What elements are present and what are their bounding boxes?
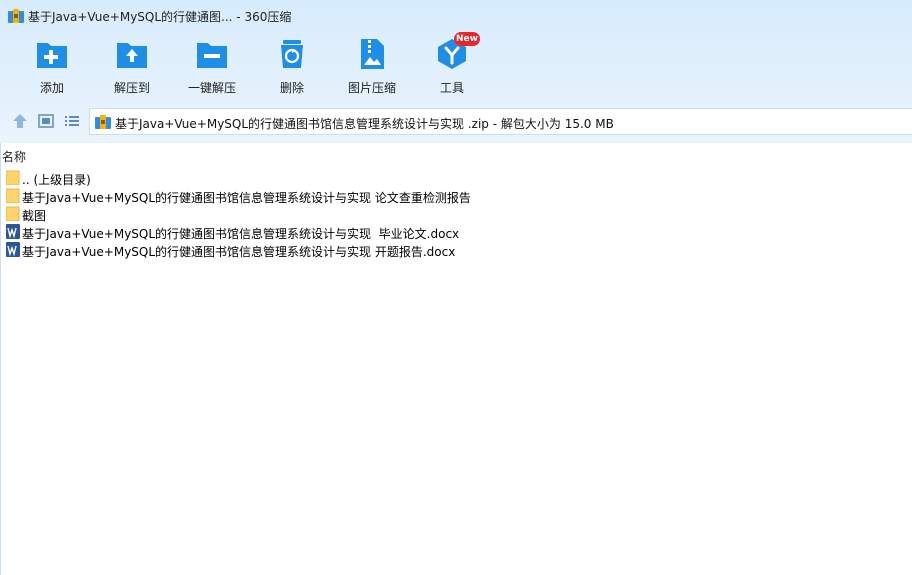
extract-to-icon (117, 43, 147, 68)
image-compress-button[interactable]: 图片压缩 (332, 38, 412, 98)
list-item[interactable]: 基于Java+Vue+MySQL的行健通图书馆信息管理系统设计与实现 毕业论文.… (6, 223, 706, 241)
delete-label: 删除 (279, 81, 304, 95)
word-document-icon (6, 224, 20, 239)
one-click-extract-icon (197, 43, 227, 68)
file-name: 基于Java+Vue+MySQL的行健通图书馆信息管理系统设计与实现 开题报告.… (22, 245, 456, 259)
folder-icon (6, 170, 20, 185)
image-compress-label: 图片压缩 (347, 81, 396, 95)
recycle-bin-icon (281, 40, 303, 68)
zip-archive-icon (95, 115, 111, 129)
tools-button[interactable]: 工具 (412, 38, 492, 98)
list-view-icon[interactable] (64, 113, 80, 129)
file-name: 基于Java+Vue+MySQL的行健通图书馆信息管理系统设计与实现 毕业论文.… (22, 227, 460, 241)
new-badge: New (454, 32, 480, 46)
list-item[interactable]: 基于Java+Vue+MySQL的行健通图书馆信息管理系统设计与实现 开题报告.… (6, 241, 706, 259)
file-name: .. (上级目录) (22, 173, 91, 187)
one-click-extract-button[interactable]: 一键解压 (172, 38, 252, 98)
word-document-icon (6, 242, 20, 257)
app-icon (8, 9, 24, 23)
add-icon (37, 43, 67, 68)
extract-to-button[interactable]: 解压到 (92, 38, 172, 98)
file-name: 基于Java+Vue+MySQL的行健通图书馆信息管理系统设计与实现 论文查重检… (22, 191, 471, 205)
file-name: 截图 (22, 209, 47, 223)
column-header-name[interactable]: 名称 (2, 148, 26, 165)
top-panel: 基于Java+Vue+MySQL的行健通图... - 360压缩 添加 解压到 … (0, 0, 912, 143)
title-bar[interactable]: 基于Java+Vue+MySQL的行健通图... - 360压缩 (0, 0, 912, 34)
list-item[interactable]: .. (上级目录) (6, 169, 706, 187)
delete-button[interactable]: 删除 (252, 38, 332, 98)
file-list: 名称 .. (上级目录) 基于Java+Vue+MySQL的行健通图书馆信息管理… (0, 143, 912, 575)
folder-icon (6, 206, 20, 221)
list-item[interactable]: 基于Java+Vue+MySQL的行健通图书馆信息管理系统设计与实现 论文查重检… (6, 187, 706, 205)
thumbnail-view-icon[interactable] (38, 113, 54, 129)
up-arrow-icon[interactable] (12, 113, 28, 129)
window-title: 基于Java+Vue+MySQL的行健通图... - 360压缩 (28, 10, 292, 24)
address-bar[interactable]: 基于Java+Vue+MySQL的行健通图书馆信息管理系统设计与实现 .zip … (89, 108, 912, 135)
add-button[interactable]: 添加 (12, 38, 92, 98)
address-text: 基于Java+Vue+MySQL的行健通图书馆信息管理系统设计与实现 .zip … (115, 117, 614, 131)
add-label: 添加 (39, 81, 64, 95)
folder-icon (6, 188, 20, 203)
list-item[interactable]: 截图 (6, 205, 706, 223)
tools-label: 工具 (439, 81, 464, 95)
image-compress-icon (361, 39, 384, 69)
one-click-extract-label: 一键解压 (187, 81, 236, 95)
extract-to-label: 解压到 (113, 81, 150, 95)
